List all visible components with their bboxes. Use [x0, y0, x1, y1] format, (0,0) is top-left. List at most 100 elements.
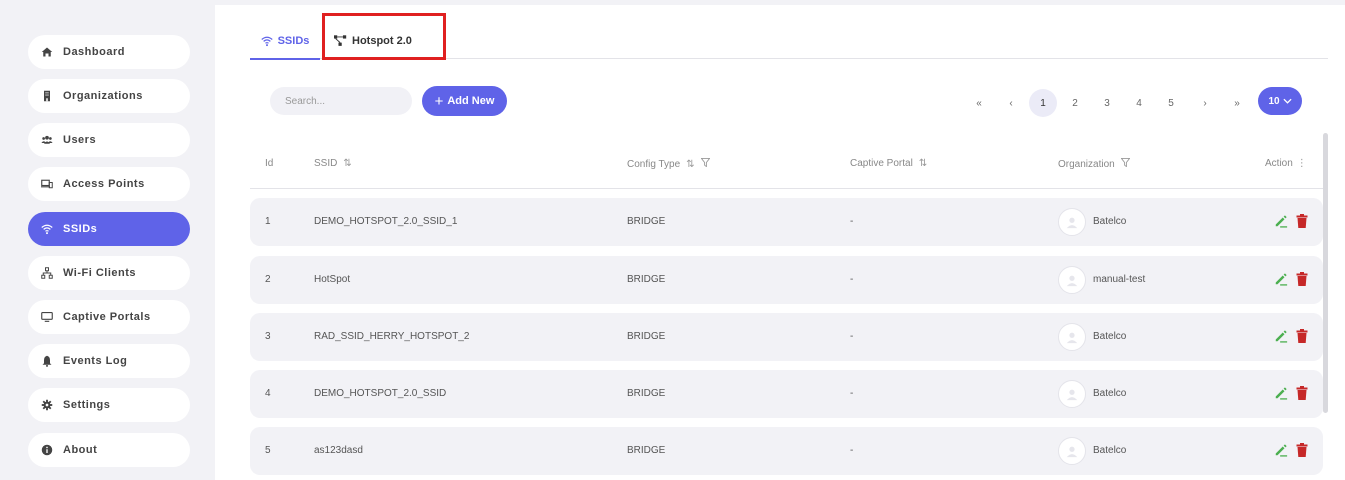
cell-organization: Batelco	[1093, 216, 1127, 227]
cell-id: 3	[265, 331, 271, 342]
sidebar-item-label: Wi-Fi Clients	[63, 267, 137, 279]
sidebar: Dashboard Organizations Users Access Poi…	[0, 0, 215, 480]
trash-icon[interactable]	[1296, 272, 1308, 286]
avatar	[1058, 208, 1086, 236]
table-row[interactable]: 1 DEMO_HOTSPOT_2.0_SSID_1 BRIDGE - Batel…	[250, 198, 1323, 246]
vertical-scrollbar[interactable]	[1323, 133, 1328, 413]
sidebar-item-label: About	[63, 444, 98, 456]
column-id: Id	[265, 158, 273, 169]
last-page-button[interactable]: »	[1223, 89, 1251, 117]
sidebar-item-label: Organizations	[63, 90, 143, 102]
cell-organization: Batelco	[1093, 331, 1127, 342]
edit-icon[interactable]	[1274, 272, 1288, 286]
cell-config-type: BRIDGE	[627, 388, 666, 399]
cell-ssid: as123dasd	[314, 445, 363, 456]
avatar	[1058, 380, 1086, 408]
column-organization-label: Organization	[1058, 158, 1115, 170]
trash-icon[interactable]	[1296, 329, 1308, 343]
sort-icon[interactable]: ⇅	[919, 158, 927, 169]
filter-icon[interactable]	[700, 158, 711, 170]
sidebar-item-captive-portals[interactable]: Captive Portals	[28, 300, 190, 334]
cell-organization: Batelco	[1093, 445, 1127, 456]
page-3-button[interactable]: 3	[1093, 89, 1121, 117]
gear-icon	[40, 398, 54, 412]
main-panel: SSIDs Hotspot 2.0 + Add New « ‹ 1 2 3 4 …	[215, 5, 1345, 480]
wifi-icon	[260, 35, 273, 47]
sidebar-item-users[interactable]: Users	[28, 123, 190, 157]
home-icon	[40, 45, 54, 59]
cell-id: 1	[265, 216, 271, 227]
sidebar-item-wifi-clients[interactable]: Wi-Fi Clients	[28, 256, 190, 290]
cell-ssid: DEMO_HOTSPOT_2.0_SSID	[314, 388, 447, 399]
info-icon	[40, 443, 54, 457]
network-icon	[40, 266, 54, 280]
page-1-button[interactable]: 1	[1029, 89, 1057, 117]
column-captive-portal[interactable]: Captive Portal ⇅	[850, 158, 927, 169]
sidebar-item-label: Events Log	[63, 355, 128, 367]
wifi-icon	[40, 222, 54, 236]
sidebar-item-label: Access Points	[63, 178, 145, 190]
highlight-box	[322, 13, 446, 60]
filter-icon[interactable]	[1120, 158, 1131, 170]
cell-config-type: BRIDGE	[627, 331, 666, 342]
cell-captive-portal: -	[850, 331, 854, 342]
cell-config-type: BRIDGE	[627, 216, 666, 227]
per-page-select[interactable]: 10	[1258, 87, 1302, 115]
column-action-label: Action	[1265, 158, 1293, 169]
building-icon	[40, 89, 54, 103]
pagination: « ‹ 1 2 3 4 5 › »	[215, 89, 1345, 117]
prev-page-button[interactable]: ‹	[997, 89, 1025, 117]
table-row[interactable]: 3 RAD_SSID_HERRY_HOTSPOT_2 BRIDGE - Bate…	[250, 313, 1323, 361]
table-row[interactable]: 2 HotSpot BRIDGE - manual-test	[250, 256, 1323, 304]
sidebar-item-label: Settings	[63, 399, 111, 411]
edit-icon[interactable]	[1274, 214, 1288, 228]
cell-id: 5	[265, 445, 271, 456]
sidebar-item-ssids[interactable]: SSIDs	[28, 212, 190, 246]
cell-captive-portal: -	[850, 216, 854, 227]
sidebar-item-about[interactable]: About	[28, 433, 190, 467]
page-4-button[interactable]: 4	[1125, 89, 1153, 117]
sidebar-item-dashboard[interactable]: Dashboard	[28, 35, 190, 69]
cell-captive-portal: -	[850, 274, 854, 285]
sidebar-item-label: Dashboard	[63, 46, 125, 58]
next-page-button[interactable]: ›	[1191, 89, 1219, 117]
trash-icon[interactable]	[1296, 386, 1308, 400]
page-5-button[interactable]: 5	[1157, 89, 1185, 117]
table-row[interactable]: 4 DEMO_HOTSPOT_2.0_SSID BRIDGE - Batelco	[250, 370, 1323, 418]
avatar	[1058, 266, 1086, 294]
column-organization[interactable]: Organization	[1058, 158, 1131, 170]
edit-icon[interactable]	[1274, 443, 1288, 457]
cell-config-type: BRIDGE	[627, 445, 666, 456]
chevron-down-icon	[1282, 98, 1292, 104]
sidebar-item-settings[interactable]: Settings	[28, 388, 190, 422]
cell-id: 2	[265, 274, 271, 285]
devices-icon	[40, 177, 54, 191]
table-header: Id SSID ⇅ Config Type ⇅ Captive Portal ⇅ Or…	[250, 145, 1325, 189]
sort-icon[interactable]: ⇅	[686, 159, 694, 170]
column-ssid[interactable]: SSID ⇅	[314, 158, 352, 169]
sidebar-item-organizations[interactable]: Organizations	[28, 79, 190, 113]
cell-captive-portal: -	[850, 388, 854, 399]
cell-ssid: DEMO_HOTSPOT_2.0_SSID_1	[314, 216, 458, 227]
cell-config-type: BRIDGE	[627, 274, 666, 285]
trash-icon[interactable]	[1296, 214, 1308, 228]
edit-icon[interactable]	[1274, 386, 1288, 400]
cell-captive-portal: -	[850, 445, 854, 456]
cell-ssid: HotSpot	[314, 274, 351, 285]
table-row[interactable]: 5 as123dasd BRIDGE - Batelco	[250, 427, 1323, 475]
tab-ssids[interactable]: SSIDs	[250, 23, 320, 60]
column-config-type[interactable]: Config Type ⇅	[627, 158, 711, 170]
cell-ssid: RAD_SSID_HERRY_HOTSPOT_2	[314, 331, 470, 342]
sidebar-item-events-log[interactable]: Events Log	[28, 344, 190, 378]
first-page-button[interactable]: «	[965, 89, 993, 117]
sidebar-item-label: SSIDs	[63, 223, 98, 235]
more-vertical-icon[interactable]: ⋮	[1297, 158, 1307, 169]
bell-icon	[40, 354, 54, 368]
page-2-button[interactable]: 2	[1061, 89, 1089, 117]
sidebar-item-access-points[interactable]: Access Points	[28, 167, 190, 201]
users-icon	[40, 133, 54, 147]
column-captive-portal-label: Captive Portal	[850, 158, 913, 169]
sort-icon[interactable]: ⇅	[343, 158, 351, 169]
edit-icon[interactable]	[1274, 329, 1288, 343]
trash-icon[interactable]	[1296, 443, 1308, 457]
